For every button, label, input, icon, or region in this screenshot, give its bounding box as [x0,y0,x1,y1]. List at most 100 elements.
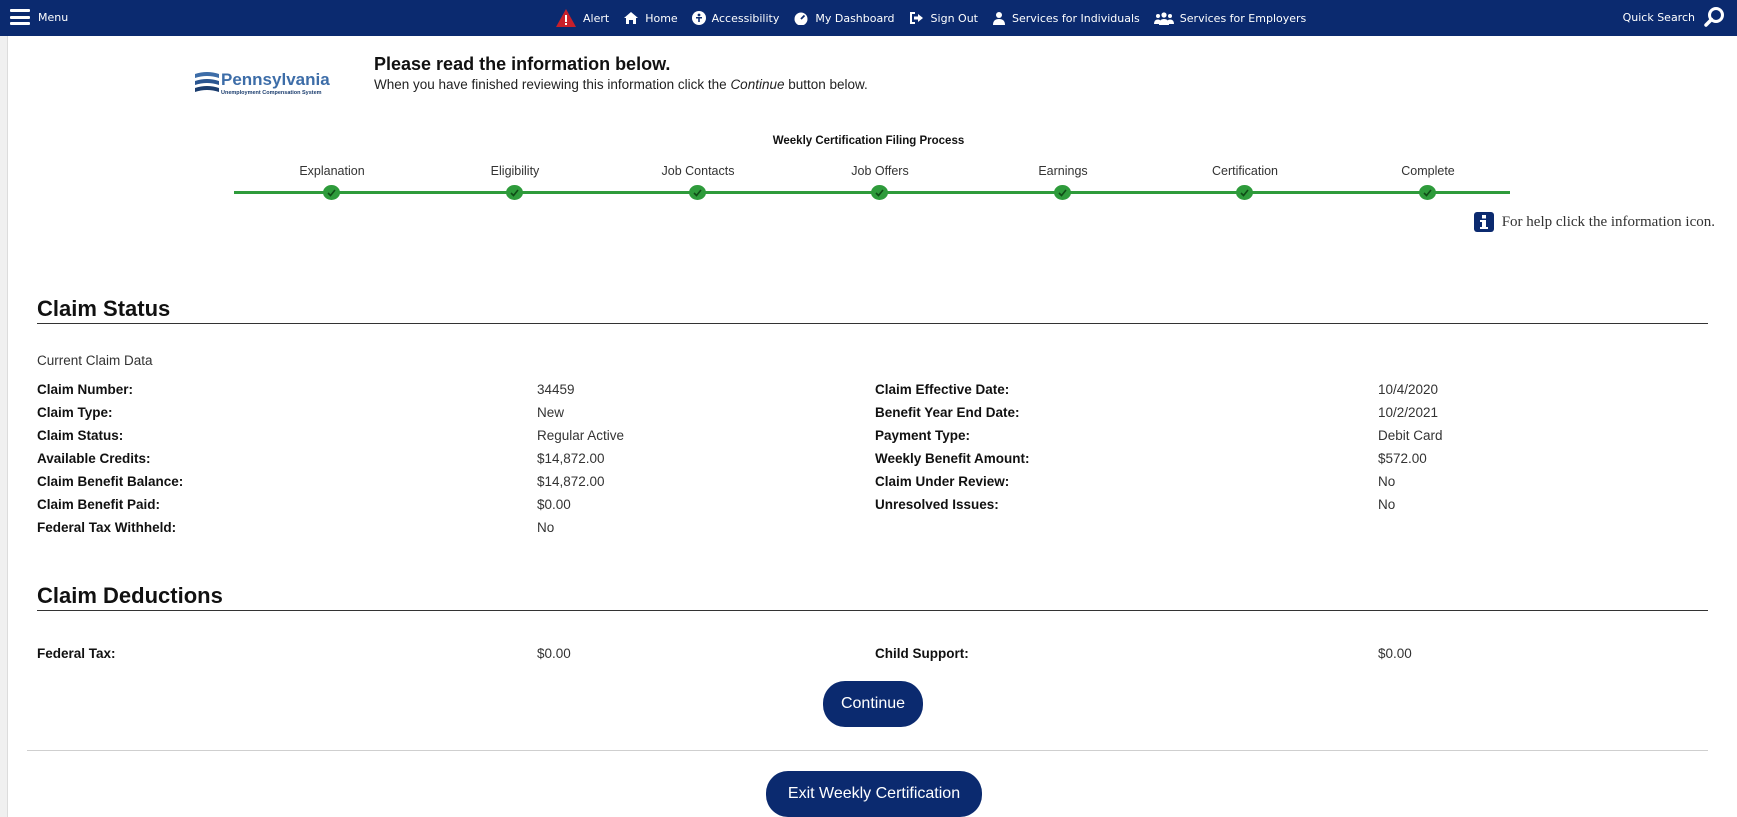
alert-icon [555,8,577,28]
field-label: Claim Benefit Paid: [37,497,161,512]
field-label: Claim Effective Date: [875,382,1010,397]
footer-divider [27,750,1708,751]
nav-sign-out[interactable]: Sign Out [909,11,978,25]
step-label: Eligibility [490,164,540,178]
field-value: Debit Card [1378,428,1443,443]
info-icon[interactable] [1473,212,1494,232]
sign-out-icon [909,11,925,25]
process-title: Weekly Certification Filing Process [772,135,965,147]
page-title: Please read the information below. [374,54,671,74]
check-icon [1236,185,1253,200]
step-label: Certification [1212,164,1278,178]
accessibility-icon [691,11,706,25]
field-label: Available Credits: [37,451,151,466]
field-label: Payment Type: [875,428,971,443]
progress-step: Job Contacts [618,164,778,200]
check-icon [871,185,888,200]
field-value: New [537,405,565,420]
progress-step: Complete [1348,164,1508,200]
step-label: Job Offers [851,164,909,178]
field-label: Claim Status: [37,428,124,443]
home-icon [623,11,639,25]
progress-step: Explanation [252,164,412,200]
nav-links: Alert Home Accessibility My Dashboard Si… [555,8,1306,28]
logo-name: Pennsylvania [221,70,330,89]
section-divider [37,323,1708,324]
field-value: 34459 [537,382,575,397]
deduction-row: Federal Tax: $0.00 Child Support: $0.00 [0,646,1737,668]
nav-alert-label: Alert [583,11,610,25]
progress-step: Certification [1165,164,1325,200]
nav-services-individuals[interactable]: Services for Individuals [992,11,1140,25]
check-icon [506,185,523,200]
field-label: Benefit Year End Date: [875,405,1020,420]
group-icon [1153,11,1174,25]
intro-text-emphasis: Continue [730,77,785,92]
dashboard-icon [793,11,809,25]
progress-step: Earnings [983,164,1143,200]
help-hint: For help click the information icon. [1473,212,1715,232]
field-value: $14,872.00 [537,451,605,466]
claim-data-row: Federal Tax Withheld: No [0,520,1737,542]
menu-button[interactable]: Menu [10,9,68,25]
current-claim-data-label: Current Claim Data [37,353,153,368]
continue-button[interactable]: Continue [823,681,923,727]
top-nav-bar: Menu Alert Home Accessibility My Dashboa… [0,0,1737,36]
exit-weekly-certification-button[interactable]: Exit Weekly Certification [766,771,982,817]
claim-data-row: Claim Benefit Balance: $14,872.00 Claim … [0,474,1737,496]
field-label: Federal Tax: [37,646,116,661]
nav-services-employers-label: Services for Employers [1179,11,1307,25]
field-label: Weekly Benefit Amount: [875,451,1030,466]
claim-data-row: Available Credits: $14,872.00 Weekly Ben… [0,451,1737,473]
intro-text-after: button below. [784,77,868,92]
field-value: No [1378,474,1396,489]
field-label: Unresolved Issues: [875,497,999,512]
quick-search-label: Quick Search [1622,10,1695,24]
field-value: $0.00 [537,646,571,661]
claim-data-row: Claim Type: New Benefit Year End Date: 1… [0,405,1737,427]
field-label: Claim Number: [37,382,134,397]
nav-accessibility-label: Accessibility [711,11,780,25]
person-icon [992,11,1006,25]
step-label: Earnings [1038,164,1088,178]
help-text: For help click the information icon. [1501,213,1715,230]
field-label: Claim Under Review: [875,474,1010,489]
menu-label: Menu [38,10,69,24]
check-icon [689,185,706,200]
field-value: 10/4/2020 [1378,382,1439,397]
nav-home-label: Home [645,11,678,25]
claim-deductions-heading: Claim Deductions [37,583,223,608]
nav-services-individuals-label: Services for Individuals [1011,11,1140,25]
field-value: 10/2/2021 [1378,405,1439,420]
field-label: Child Support: [875,646,969,661]
logo-mark-icon [195,72,219,92]
field-value: No [1378,497,1396,512]
nav-dashboard[interactable]: My Dashboard [793,11,895,25]
field-value: $572.00 [1378,451,1427,466]
step-label: Job Contacts [661,164,735,178]
nav-alert[interactable]: Alert [555,8,609,28]
progress-step: Eligibility [435,164,595,200]
nav-sign-out-label: Sign Out [930,11,978,25]
progress-step: Job Offers [800,164,960,200]
intro-text-before: When you have finished reviewing this in… [374,77,731,92]
claim-data-row: Claim Benefit Paid: $0.00 Unresolved Iss… [0,497,1737,519]
nav-home[interactable]: Home [623,11,678,25]
logo-subtitle: Unemployment Compensation System [221,90,322,96]
field-value: $0.00 [1378,646,1412,661]
field-value: $14,872.00 [537,474,605,489]
nav-services-employers[interactable]: Services for Employers [1153,11,1307,25]
search-icon [1703,6,1725,28]
field-value: No [537,520,555,535]
field-value: Regular Active [537,428,625,443]
field-value: $0.00 [537,497,571,512]
nav-accessibility[interactable]: Accessibility [691,11,780,25]
field-label: Federal Tax Withheld: [37,520,177,535]
field-label: Claim Benefit Balance: [37,474,184,489]
section-divider [37,610,1708,611]
quick-search[interactable]: Quick Search [1623,6,1725,28]
step-label: Explanation [299,164,365,178]
field-label: Claim Type: [37,405,113,420]
hamburger-icon [10,9,30,25]
check-icon [323,185,340,200]
